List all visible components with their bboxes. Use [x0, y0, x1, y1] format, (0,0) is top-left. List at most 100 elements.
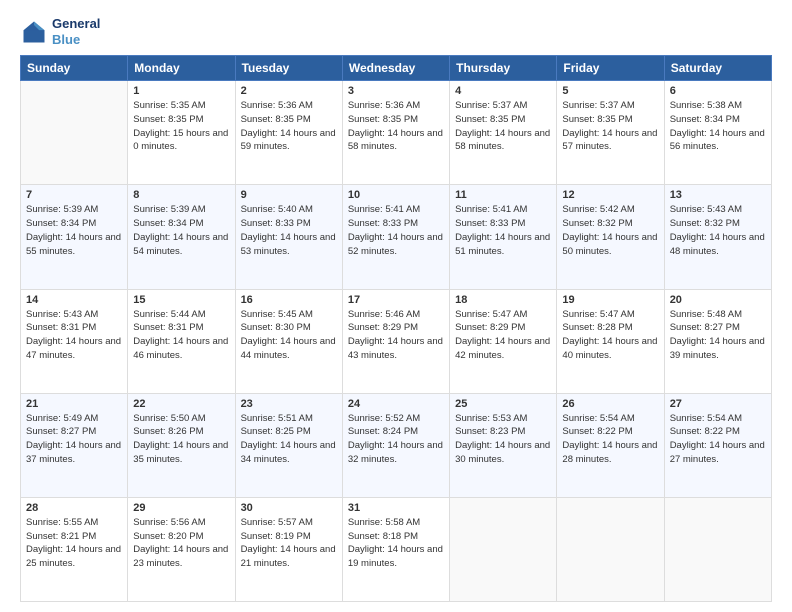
- calendar-cell: 22 Sunrise: 5:50 AMSunset: 8:26 PMDayligh…: [128, 393, 235, 497]
- calendar-cell: 23 Sunrise: 5:51 AMSunset: 8:25 PMDayligh…: [235, 393, 342, 497]
- day-info: Sunrise: 5:39 AMSunset: 8:34 PMDaylight:…: [133, 203, 229, 258]
- day-info: Sunrise: 5:51 AMSunset: 8:25 PMDaylight:…: [241, 412, 337, 467]
- day-info: Sunrise: 5:41 AMSunset: 8:33 PMDaylight:…: [348, 203, 444, 258]
- day-number: 14: [26, 294, 122, 306]
- day-info: Sunrise: 5:45 AMSunset: 8:30 PMDaylight:…: [241, 308, 337, 363]
- day-number: 21: [26, 398, 122, 410]
- day-info: Sunrise: 5:39 AMSunset: 8:34 PMDaylight:…: [26, 203, 122, 258]
- day-number: 8: [133, 189, 229, 201]
- calendar-cell: 25 Sunrise: 5:53 AMSunset: 8:23 PMDayligh…: [450, 393, 557, 497]
- calendar-header-sunday: Sunday: [21, 56, 128, 81]
- day-info: Sunrise: 5:50 AMSunset: 8:26 PMDaylight:…: [133, 412, 229, 467]
- calendar-cell: 21 Sunrise: 5:49 AMSunset: 8:27 PMDayligh…: [21, 393, 128, 497]
- day-number: 28: [26, 502, 122, 514]
- day-number: 22: [133, 398, 229, 410]
- day-number: 24: [348, 398, 444, 410]
- day-number: 16: [241, 294, 337, 306]
- calendar-cell: 27 Sunrise: 5:54 AMSunset: 8:22 PMDayligh…: [664, 393, 771, 497]
- day-number: 3: [348, 85, 444, 97]
- calendar-cell: 8 Sunrise: 5:39 AMSunset: 8:34 PMDaylight…: [128, 185, 235, 289]
- header: General Blue: [20, 16, 772, 47]
- calendar-header-saturday: Saturday: [664, 56, 771, 81]
- day-info: Sunrise: 5:47 AMSunset: 8:28 PMDaylight:…: [562, 308, 658, 363]
- day-number: 18: [455, 294, 551, 306]
- calendar-cell: 5Sunrise: 5:37 AMSunset: 8:35 PMDaylight…: [557, 81, 664, 185]
- day-number: 2: [241, 85, 337, 97]
- day-info: Sunrise: 5:54 AMSunset: 8:22 PMDaylight:…: [670, 412, 766, 467]
- day-info: Sunrise: 5:44 AMSunset: 8:31 PMDaylight:…: [133, 308, 229, 363]
- calendar-cell: 30 Sunrise: 5:57 AMSunset: 8:19 PMDayligh…: [235, 497, 342, 601]
- day-info: Sunrise: 5:42 AMSunset: 8:32 PMDaylight:…: [562, 203, 658, 258]
- day-number: 11: [455, 189, 551, 201]
- day-number: 1: [133, 85, 229, 97]
- calendar-cell: 13 Sunrise: 5:43 AMSunset: 8:32 PMDayligh…: [664, 185, 771, 289]
- calendar-cell: 26Sunrise: 5:54 AMSunset: 8:22 PMDayligh…: [557, 393, 664, 497]
- calendar-cell: 19 Sunrise: 5:47 AMSunset: 8:28 PMDayligh…: [557, 289, 664, 393]
- calendar-week-2: 7 Sunrise: 5:39 AMSunset: 8:34 PMDaylight…: [21, 185, 772, 289]
- day-info: Sunrise: 5:47 AMSunset: 8:29 PMDaylight:…: [455, 308, 551, 363]
- calendar-table: SundayMondayTuesdayWednesdayThursdayFrid…: [20, 55, 772, 602]
- calendar-cell: 24 Sunrise: 5:52 AMSunset: 8:24 PMDayligh…: [342, 393, 449, 497]
- calendar-cell: [557, 497, 664, 601]
- day-info: Sunrise: 5:36 AMSunset: 8:35 PMDaylight:…: [348, 99, 444, 154]
- calendar-cell: 17Sunrise: 5:46 AMSunset: 8:29 PMDayligh…: [342, 289, 449, 393]
- day-info: Sunrise: 5:56 AMSunset: 8:20 PMDaylight:…: [133, 516, 229, 571]
- day-number: 13: [670, 189, 766, 201]
- calendar-header-row: SundayMondayTuesdayWednesdayThursdayFrid…: [21, 56, 772, 81]
- day-info: Sunrise: 5:46 AMSunset: 8:29 PMDaylight:…: [348, 308, 444, 363]
- page: General Blue SundayMondayTuesdayWednesda…: [0, 0, 792, 612]
- day-number: 12: [562, 189, 658, 201]
- calendar-cell: 9 Sunrise: 5:40 AMSunset: 8:33 PMDaylight…: [235, 185, 342, 289]
- calendar-week-3: 14 Sunrise: 5:43 AMSunset: 8:31 PMDayligh…: [21, 289, 772, 393]
- calendar-week-1: 1 Sunrise: 5:35 AMSunset: 8:35 PMDaylight…: [21, 81, 772, 185]
- calendar-header-monday: Monday: [128, 56, 235, 81]
- logo-text: General Blue: [52, 16, 100, 47]
- day-info: Sunrise: 5:49 AMSunset: 8:27 PMDaylight:…: [26, 412, 122, 467]
- day-number: 6: [670, 85, 766, 97]
- day-number: 30: [241, 502, 337, 514]
- day-info: Sunrise: 5:43 AMSunset: 8:32 PMDaylight:…: [670, 203, 766, 258]
- day-number: 20: [670, 294, 766, 306]
- day-number: 19: [562, 294, 658, 306]
- day-number: 9: [241, 189, 337, 201]
- day-number: 7: [26, 189, 122, 201]
- calendar-cell: 10Sunrise: 5:41 AMSunset: 8:33 PMDayligh…: [342, 185, 449, 289]
- day-info: Sunrise: 5:57 AMSunset: 8:19 PMDaylight:…: [241, 516, 337, 571]
- calendar-cell: 7 Sunrise: 5:39 AMSunset: 8:34 PMDaylight…: [21, 185, 128, 289]
- logo: General Blue: [20, 16, 100, 47]
- day-info: Sunrise: 5:40 AMSunset: 8:33 PMDaylight:…: [241, 203, 337, 258]
- calendar-header-wednesday: Wednesday: [342, 56, 449, 81]
- day-info: Sunrise: 5:43 AMSunset: 8:31 PMDaylight:…: [26, 308, 122, 363]
- calendar-cell: 31 Sunrise: 5:58 AMSunset: 8:18 PMDayligh…: [342, 497, 449, 601]
- day-number: 25: [455, 398, 551, 410]
- day-info: Sunrise: 5:58 AMSunset: 8:18 PMDaylight:…: [348, 516, 444, 571]
- day-number: 15: [133, 294, 229, 306]
- day-number: 27: [670, 398, 766, 410]
- day-info: Sunrise: 5:54 AMSunset: 8:22 PMDaylight:…: [562, 412, 658, 467]
- day-info: Sunrise: 5:36 AMSunset: 8:35 PMDaylight:…: [241, 99, 337, 154]
- day-info: Sunrise: 5:48 AMSunset: 8:27 PMDaylight:…: [670, 308, 766, 363]
- calendar-cell: 18 Sunrise: 5:47 AMSunset: 8:29 PMDayligh…: [450, 289, 557, 393]
- day-info: Sunrise: 5:37 AMSunset: 8:35 PMDaylight:…: [455, 99, 551, 154]
- calendar-header-friday: Friday: [557, 56, 664, 81]
- day-number: 29: [133, 502, 229, 514]
- day-info: Sunrise: 5:35 AMSunset: 8:35 PMDaylight:…: [133, 99, 229, 154]
- day-info: Sunrise: 5:53 AMSunset: 8:23 PMDaylight:…: [455, 412, 551, 467]
- day-info: Sunrise: 5:41 AMSunset: 8:33 PMDaylight:…: [455, 203, 551, 258]
- day-info: Sunrise: 5:52 AMSunset: 8:24 PMDaylight:…: [348, 412, 444, 467]
- calendar-cell: 12 Sunrise: 5:42 AMSunset: 8:32 PMDayligh…: [557, 185, 664, 289]
- calendar-cell: 29 Sunrise: 5:56 AMSunset: 8:20 PMDayligh…: [128, 497, 235, 601]
- calendar-week-5: 28Sunrise: 5:55 AMSunset: 8:21 PMDayligh…: [21, 497, 772, 601]
- calendar-cell: 1 Sunrise: 5:35 AMSunset: 8:35 PMDaylight…: [128, 81, 235, 185]
- calendar-cell: 15 Sunrise: 5:44 AMSunset: 8:31 PMDayligh…: [128, 289, 235, 393]
- day-number: 5: [562, 85, 658, 97]
- day-number: 23: [241, 398, 337, 410]
- calendar-header-tuesday: Tuesday: [235, 56, 342, 81]
- logo-icon: [20, 18, 48, 46]
- day-number: 4: [455, 85, 551, 97]
- calendar-cell: 11 Sunrise: 5:41 AMSunset: 8:33 PMDayligh…: [450, 185, 557, 289]
- day-number: 31: [348, 502, 444, 514]
- calendar-week-4: 21 Sunrise: 5:49 AMSunset: 8:27 PMDayligh…: [21, 393, 772, 497]
- calendar-header-thursday: Thursday: [450, 56, 557, 81]
- calendar-cell: 16 Sunrise: 5:45 AMSunset: 8:30 PMDayligh…: [235, 289, 342, 393]
